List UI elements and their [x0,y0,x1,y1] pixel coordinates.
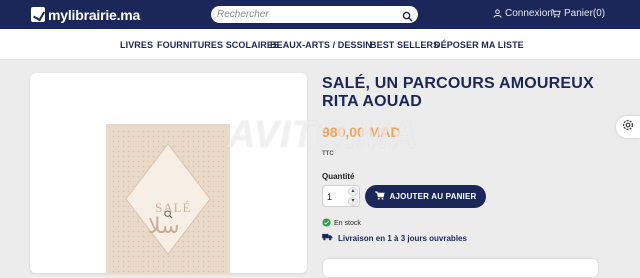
cart-link[interactable]: Panier(0) [551,8,605,19]
add-to-cart-button[interactable]: AJOUTER AU PANIER [365,185,486,208]
delivery-info: Livraison en 1 à 3 jours ouvrables [322,233,467,243]
product-title-line1: SALÉ, UN PARCOURS AMOUREUX [322,75,594,92]
quantity-label: Quantité [322,172,355,181]
stock-status-label: En stock [334,220,361,227]
logo-text: mylibrairie.ma [48,6,141,23]
search-bar [211,6,418,23]
cart-label: Panier(0) [564,8,606,19]
nav-item-deposer-liste[interactable]: DÉPOSER MA LISTE [434,40,524,50]
logo-icon [31,7,45,22]
quantity-decrease-button[interactable]: ▾ [348,197,358,206]
main-nav: LIVRES FOURNITURES SCOLAIRES BEAUX-ARTS … [0,29,640,60]
quantity-stepper: ▴ ▾ [322,185,360,207]
nav-item-beaux-arts[interactable]: BEAUX-ARTS / DESSIN [270,40,372,50]
product-image-card: SALÉ سلا [30,73,307,274]
site-logo[interactable]: mylibrairie.ma [31,6,140,23]
cart-add-icon [373,191,385,202]
nav-item-best-sellers[interactable]: BEST SELLERS [370,40,439,50]
product-author: RITA AOUAD [322,93,423,110]
nav-item-fournitures[interactable]: FOURNITURES SCOLAIRES [157,40,279,50]
search-input[interactable] [217,7,397,22]
quantity-increase-button[interactable]: ▴ [348,187,358,196]
truck-icon [322,233,333,243]
user-icon [493,9,502,18]
delivery-note: Livraison en 1 à 3 jours ouvrables [338,233,467,243]
login-label: Connexion [505,8,553,19]
cart-icon [551,9,561,18]
add-to-cart-label: AJOUTER AU PANIER [389,192,477,201]
nav-item-livres[interactable]: LIVRES [120,40,153,50]
stock-status: En stock [322,218,361,229]
book-cover[interactable]: SALÉ سلا [106,124,230,274]
tax-note: TTC [322,151,334,157]
info-panel [322,258,599,278]
zoom-icon[interactable] [164,206,173,219]
gear-icon [622,118,634,136]
search-icon[interactable] [402,9,413,22]
settings-tab[interactable] [616,116,640,138]
check-circle-icon [322,218,331,229]
product-title: SALÉ, UN PARCOURS AMOUREUX RITA AOUAD [322,75,594,111]
login-link[interactable]: Connexion [493,8,553,19]
quantity-input[interactable] [327,190,345,203]
top-header: mylibrairie.ma Connexion Panier(0) [0,0,640,29]
